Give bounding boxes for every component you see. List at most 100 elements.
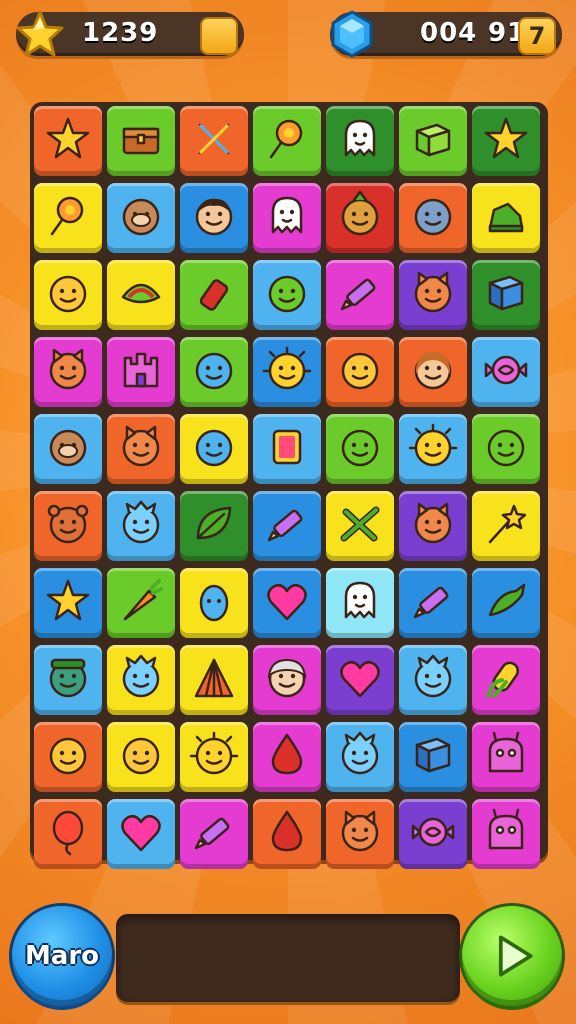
tile-heart[interactable] xyxy=(107,799,175,869)
tile-tent[interactable] xyxy=(180,645,248,715)
bird-icon xyxy=(480,575,532,631)
level-badge[interactable]: 7 xyxy=(518,17,556,55)
tile-castle[interactable] xyxy=(107,337,175,407)
tile-crayon[interactable] xyxy=(180,799,248,869)
tile-melon[interactable] xyxy=(107,260,175,330)
tile-spiky-face[interactable] xyxy=(399,645,467,715)
tile-lollipop[interactable] xyxy=(253,106,321,176)
tile-crayon[interactable] xyxy=(253,491,321,561)
tile-bird[interactable] xyxy=(472,568,540,638)
tile-boot[interactable] xyxy=(472,183,540,253)
tile-smile-face[interactable] xyxy=(326,337,394,407)
tile-zombie-face[interactable] xyxy=(34,645,102,715)
tile-monster[interactable] xyxy=(472,722,540,792)
pineapple-face-icon xyxy=(334,190,386,246)
tile-bottle[interactable] xyxy=(180,260,248,330)
tile-cat-face[interactable] xyxy=(399,260,467,330)
tile-alien-face[interactable] xyxy=(180,337,248,407)
card-icon xyxy=(261,421,313,477)
tile-sun-face[interactable] xyxy=(253,337,321,407)
tile-cat-face[interactable] xyxy=(326,799,394,869)
blob-face-icon xyxy=(334,421,386,477)
tile-alien-face[interactable] xyxy=(180,414,248,484)
tile-monster[interactable] xyxy=(472,799,540,869)
tile-candy[interactable] xyxy=(472,337,540,407)
tile-ghost[interactable] xyxy=(326,568,394,638)
crayon-icon xyxy=(407,575,459,631)
tile-smile-face[interactable] xyxy=(107,722,175,792)
tile-cube[interactable] xyxy=(399,722,467,792)
tile-monkey-face[interactable] xyxy=(34,414,102,484)
tile-spiky-face[interactable] xyxy=(326,722,394,792)
drop-icon xyxy=(261,806,313,862)
tile-ghost[interactable] xyxy=(253,183,321,253)
tile-egg[interactable] xyxy=(180,568,248,638)
gem-icon xyxy=(324,6,380,62)
tile-blob-face[interactable] xyxy=(253,260,321,330)
tile-cat-face[interactable] xyxy=(399,491,467,561)
tile-spiky-face[interactable] xyxy=(107,645,175,715)
tile-carrot[interactable] xyxy=(107,568,175,638)
tile-wand[interactable] xyxy=(472,491,540,561)
tile-spiky-face[interactable] xyxy=(107,491,175,561)
tile-cat-face[interactable] xyxy=(107,414,175,484)
melon-icon xyxy=(115,267,167,323)
candy-icon xyxy=(407,806,459,862)
tile-corn[interactable] xyxy=(472,645,540,715)
tile-crayon[interactable] xyxy=(399,568,467,638)
tile-drop[interactable] xyxy=(253,722,321,792)
ghost-icon xyxy=(261,190,313,246)
tile-ghost[interactable] xyxy=(326,106,394,176)
tile-chest[interactable] xyxy=(107,106,175,176)
tile-heart[interactable] xyxy=(326,645,394,715)
tent-icon xyxy=(188,652,240,708)
tile-star[interactable] xyxy=(34,568,102,638)
tile-tools[interactable] xyxy=(180,106,248,176)
star-icon xyxy=(480,113,532,169)
tile-candy[interactable] xyxy=(399,799,467,869)
monster-icon xyxy=(480,729,532,785)
girl-face-icon xyxy=(407,344,459,400)
tile-star[interactable] xyxy=(34,106,102,176)
bottom-message-panel xyxy=(116,914,460,1002)
lollipop-icon xyxy=(261,113,313,169)
tile-chat-face[interactable] xyxy=(472,414,540,484)
tile-blob-face[interactable] xyxy=(326,414,394,484)
alien-face-icon xyxy=(188,344,240,400)
balloon-face-icon xyxy=(407,190,459,246)
tile-balloon[interactable] xyxy=(34,799,102,869)
tile-card[interactable] xyxy=(253,414,321,484)
star-icon xyxy=(12,6,68,62)
tile-heart[interactable] xyxy=(253,568,321,638)
tile-old-face[interactable] xyxy=(253,645,321,715)
spiky-face-icon xyxy=(407,652,459,708)
tile-star[interactable] xyxy=(472,106,540,176)
tile-balloon-face[interactable] xyxy=(399,183,467,253)
corn-icon xyxy=(480,652,532,708)
tile-cat-face[interactable] xyxy=(34,337,102,407)
tile-monkey-face[interactable] xyxy=(107,183,175,253)
tile-smile-face[interactable] xyxy=(34,260,102,330)
tile-pineapple-face[interactable] xyxy=(326,183,394,253)
tile-box[interactable] xyxy=(399,106,467,176)
maro-button[interactable]: Maro xyxy=(12,906,112,1006)
smile-face-icon xyxy=(115,729,167,785)
tile-lollipop[interactable] xyxy=(34,183,102,253)
tile-girl-face[interactable] xyxy=(399,337,467,407)
old-face-icon xyxy=(261,652,313,708)
tile-leaf-cross[interactable] xyxy=(326,491,394,561)
tile-sun-face[interactable] xyxy=(180,722,248,792)
candy-icon xyxy=(480,344,532,400)
tile-leaf[interactable] xyxy=(180,491,248,561)
tile-cube[interactable] xyxy=(472,260,540,330)
tile-sun-face[interactable] xyxy=(399,414,467,484)
bear-face-icon xyxy=(42,498,94,554)
tile-drop[interactable] xyxy=(253,799,321,869)
score-badge[interactable] xyxy=(200,17,238,55)
tile-boy-face[interactable] xyxy=(180,183,248,253)
tile-crayon[interactable] xyxy=(326,260,394,330)
play-button[interactable] xyxy=(462,906,562,1006)
tile-bear-face[interactable] xyxy=(34,491,102,561)
leaf-icon xyxy=(188,498,240,554)
tile-smile-face[interactable] xyxy=(34,722,102,792)
